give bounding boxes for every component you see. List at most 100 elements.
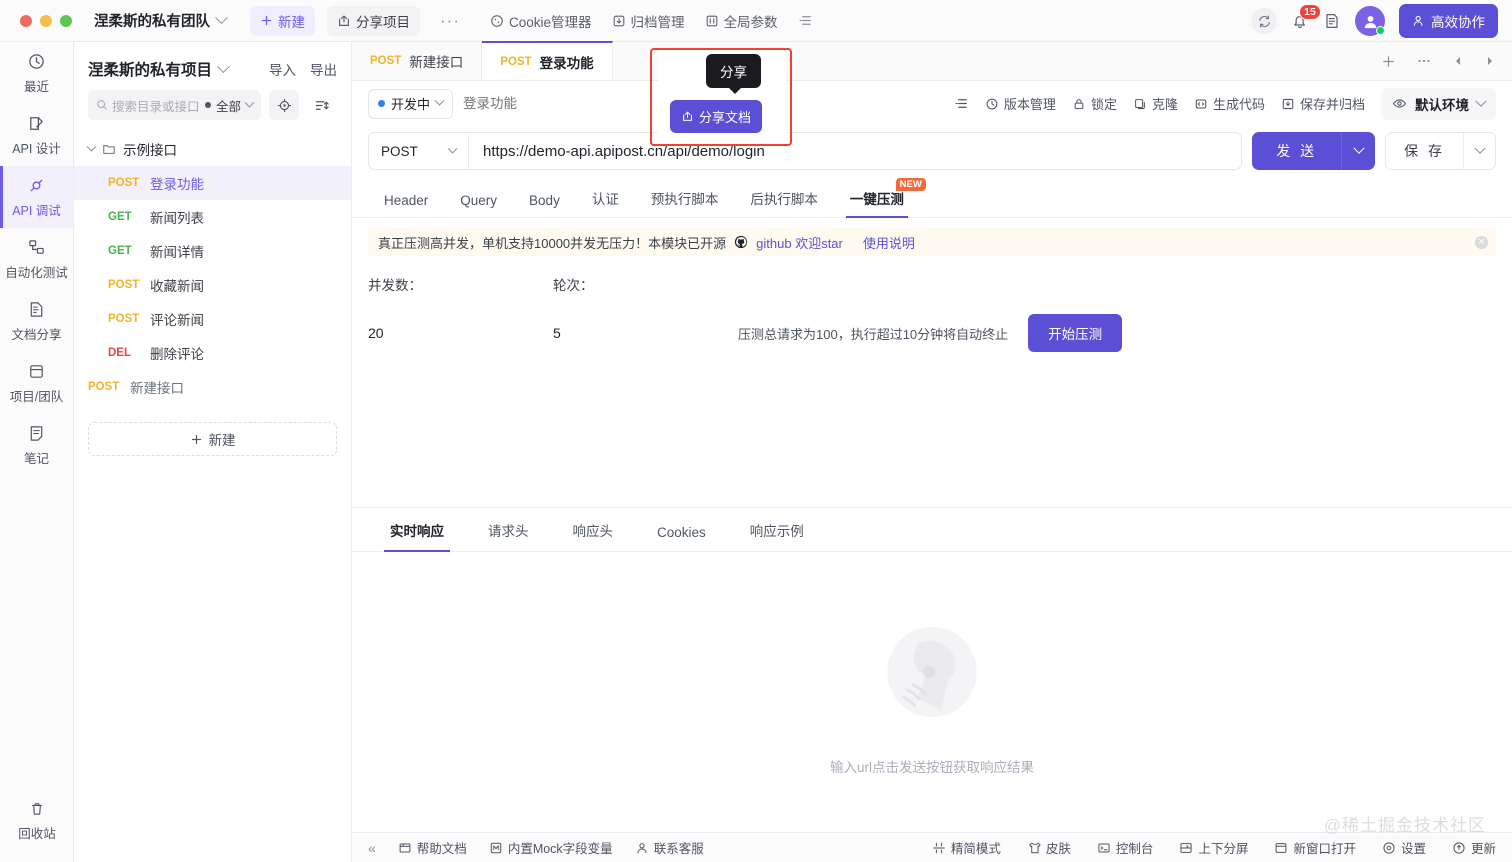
environment-dropdown[interactable]: 默认环境 bbox=[1381, 87, 1496, 120]
save-archive-button[interactable]: 保存并归档 bbox=[1281, 94, 1365, 113]
api-method: POST bbox=[108, 279, 140, 291]
search-input[interactable]: 搜索目录或接口 全部 bbox=[88, 90, 261, 120]
generate-code-button[interactable]: 生成代码 bbox=[1194, 94, 1265, 113]
trash-icon bbox=[28, 800, 46, 818]
subtab-header[interactable]: Header bbox=[368, 193, 444, 217]
add-tab-button[interactable] bbox=[1381, 54, 1396, 69]
refresh-button[interactable] bbox=[1251, 8, 1277, 34]
concurrency-input[interactable]: 20 bbox=[368, 325, 553, 341]
minimize-window-dot[interactable] bbox=[40, 14, 52, 27]
rail-item-automation[interactable]: 自动化测试 bbox=[0, 228, 73, 290]
archive-manager-button[interactable]: 归档管理 bbox=[602, 6, 695, 36]
search-placeholder: 搜索目录或接口 bbox=[112, 99, 200, 114]
filter-dropdown[interactable]: 全部 bbox=[204, 96, 255, 115]
global-params-button[interactable]: 全局参数 bbox=[695, 6, 788, 36]
export-button[interactable]: 导出 bbox=[310, 59, 337, 79]
notifications-button[interactable]: 15 bbox=[1291, 4, 1321, 30]
rail-item-doc-share[interactable]: 文档分享 bbox=[0, 290, 73, 352]
split-screen-button[interactable]: 上下分屏 bbox=[1179, 838, 1248, 857]
update-button[interactable]: 更新 bbox=[1452, 838, 1496, 857]
save-options-button[interactable] bbox=[1463, 133, 1495, 169]
subtab-auth[interactable]: 认证 bbox=[576, 188, 635, 217]
notes-button[interactable] bbox=[1323, 12, 1341, 30]
rail-item-recycle-bin[interactable]: 回收站 bbox=[0, 790, 74, 852]
window-controls[interactable] bbox=[0, 14, 72, 27]
compact-mode-button[interactable]: 精简模式 bbox=[932, 838, 1001, 857]
maximize-window-dot[interactable] bbox=[60, 14, 72, 27]
tree-api-row-root[interactable]: POST 新建接口 bbox=[74, 370, 351, 404]
settings-button[interactable]: 设置 bbox=[1382, 838, 1426, 857]
avatar[interactable] bbox=[1355, 6, 1385, 36]
rail-item-api-design[interactable]: API 设计 bbox=[0, 104, 73, 166]
tab-next-button[interactable] bbox=[1484, 55, 1496, 67]
toolbar-layout-icon[interactable] bbox=[954, 96, 969, 111]
clone-button[interactable]: 克隆 bbox=[1133, 94, 1178, 113]
close-window-dot[interactable] bbox=[20, 14, 32, 27]
usage-link[interactable]: 使用说明 bbox=[863, 233, 915, 252]
collaboration-button[interactable]: 高效协作 bbox=[1399, 4, 1498, 38]
sort-button[interactable] bbox=[307, 90, 337, 120]
empty-illustration-icon bbox=[887, 626, 977, 717]
share-popup: 分享 分享文档 bbox=[658, 50, 786, 144]
send-options-button[interactable] bbox=[1341, 132, 1376, 170]
new-window-button[interactable]: 新窗口打开 bbox=[1274, 838, 1356, 857]
project-switcher[interactable]: 涅柔斯的私有项目 bbox=[88, 58, 230, 80]
subtab-postscript[interactable]: 后执行脚本 bbox=[734, 188, 834, 217]
subtab-body[interactable]: Body bbox=[513, 193, 576, 217]
response-tab-examples[interactable]: 响应示例 bbox=[728, 520, 826, 551]
close-icon[interactable]: ✕ bbox=[1475, 235, 1488, 249]
cookie-manager-button[interactable]: Cookie管理器 bbox=[480, 6, 602, 36]
response-tab-request-headers[interactable]: 请求头 bbox=[466, 520, 551, 551]
subtab-prescript[interactable]: 预执行脚本 bbox=[635, 188, 735, 217]
version-manage-button[interactable]: 版本管理 bbox=[985, 94, 1056, 113]
mock-variables-button[interactable]: 内置Mock字段变量 bbox=[489, 838, 613, 857]
tree-api-row[interactable]: GET 新闻列表 bbox=[74, 200, 351, 234]
github-link[interactable]: github 欢迎star bbox=[756, 233, 843, 252]
lock-button[interactable]: 锁定 bbox=[1072, 94, 1117, 113]
rail-item-project-team[interactable]: 项目/团队 bbox=[0, 352, 73, 414]
rail-item-notes[interactable]: 笔记 bbox=[0, 414, 73, 476]
layout-toggle-button[interactable] bbox=[788, 8, 823, 33]
tree-api-row[interactable]: POST 登录功能 bbox=[74, 166, 351, 200]
method-dropdown[interactable]: POST bbox=[369, 133, 469, 169]
contact-support-button[interactable]: 联系客服 bbox=[635, 838, 704, 857]
share-document-button[interactable]: 分享文档 bbox=[670, 100, 763, 133]
notification-badge: 15 bbox=[1299, 4, 1321, 20]
tree-api-row[interactable]: GET 新闻详情 bbox=[74, 234, 351, 268]
tree-folder-example[interactable]: 示例接口 bbox=[74, 132, 351, 166]
request-tab-active[interactable]: POST 登录功能 bbox=[482, 41, 613, 80]
help-docs-button[interactable]: 帮助文档 bbox=[398, 838, 467, 857]
rail-item-api-debug[interactable]: API 调试 bbox=[0, 166, 73, 228]
sidebar-new-button[interactable]: 新建 bbox=[88, 422, 337, 456]
subtab-query[interactable]: Query bbox=[444, 193, 513, 217]
console-button[interactable]: 控制台 bbox=[1097, 838, 1153, 857]
subtab-stress-test[interactable]: 一键压测 NEW bbox=[834, 178, 926, 218]
tab-prev-button[interactable] bbox=[1452, 55, 1464, 67]
send-button[interactable]: 发 送 bbox=[1252, 132, 1342, 170]
newwindow-icon bbox=[1276, 842, 1287, 853]
request-tab[interactable]: POST 新建接口 bbox=[352, 42, 483, 80]
tree-api-row[interactable]: POST 收藏新闻 bbox=[74, 268, 351, 302]
response-tab-cookies[interactable]: Cookies bbox=[635, 525, 728, 551]
response-tab-realtime[interactable]: 实时响应 bbox=[368, 520, 466, 552]
save-button[interactable]: 保 存 bbox=[1386, 133, 1463, 169]
header-more-button[interactable]: ··· bbox=[426, 11, 474, 31]
new-button[interactable]: 新建 bbox=[250, 5, 315, 36]
tree-api-row[interactable]: POST 评论新闻 bbox=[74, 302, 351, 336]
lock-label: 锁定 bbox=[1090, 97, 1117, 112]
skin-button[interactable]: 皮肤 bbox=[1027, 838, 1071, 857]
locate-button[interactable] bbox=[269, 90, 299, 120]
github-icon bbox=[735, 235, 748, 249]
url-input[interactable] bbox=[469, 142, 1242, 160]
start-stress-test-button[interactable]: 开始压测 bbox=[1028, 314, 1123, 352]
status-dropdown[interactable]: 开发中 bbox=[368, 88, 454, 119]
tree-api-row[interactable]: DEL 删除评论 bbox=[74, 336, 351, 370]
rounds-input[interactable]: 5 bbox=[553, 325, 738, 341]
response-tab-response-headers[interactable]: 响应头 bbox=[551, 520, 636, 551]
share-project-button[interactable]: 分享项目 bbox=[327, 5, 420, 36]
import-button[interactable]: 导入 bbox=[269, 59, 296, 79]
collapse-sidebar-button[interactable]: « bbox=[368, 840, 376, 856]
tab-more-button[interactable] bbox=[1416, 53, 1432, 69]
rail-item-recent[interactable]: 最近 bbox=[0, 42, 73, 104]
team-switcher[interactable]: 涅柔斯的私有团队 bbox=[94, 10, 228, 31]
